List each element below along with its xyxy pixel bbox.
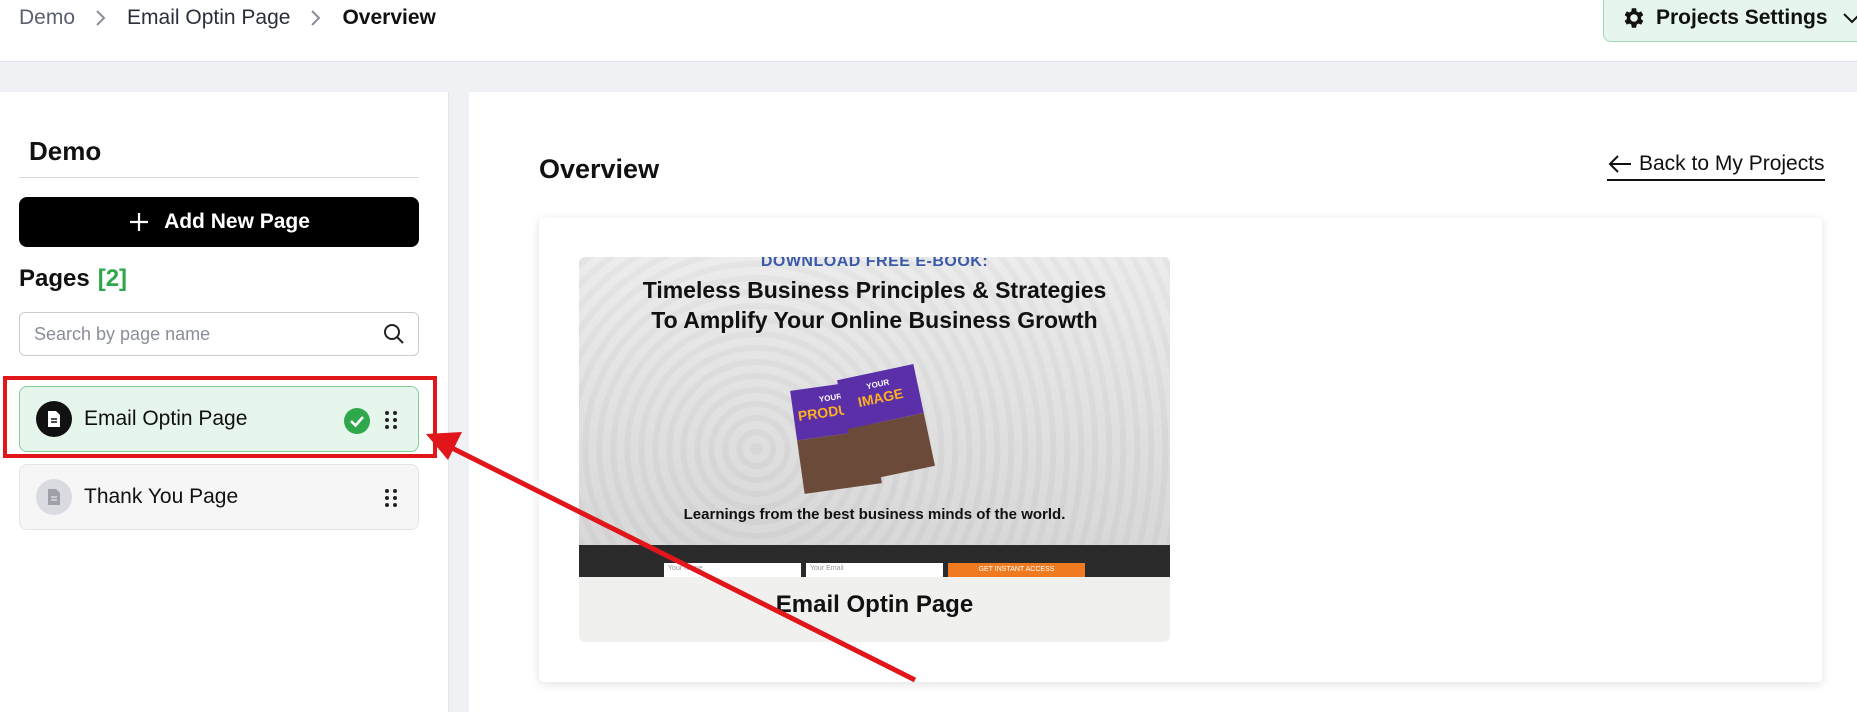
page-item-label: Email Optin Page — [84, 407, 248, 430]
pages-label: Pages — [19, 265, 90, 292]
breadcrumb-email-optin-page[interactable]: Email Optin Page — [127, 6, 290, 30]
chevron-right-icon — [304, 6, 328, 30]
projects-settings-label: Projects Settings — [1656, 6, 1828, 29]
add-new-page-label: Add New Page — [164, 210, 310, 233]
thumbnail-email-field: Your Email — [806, 563, 943, 577]
document-icon — [36, 401, 72, 437]
search-icon[interactable] — [382, 322, 406, 346]
page-title: Overview — [539, 154, 660, 184]
breadcrumb-overview: Overview — [342, 6, 436, 29]
divider — [19, 177, 419, 178]
page-thumbnail: DOWNLOAD FREE E-BOOK: Timeless Business … — [579, 257, 1170, 577]
main-content: Overview Back to My Projects DOWNLOAD FR… — [469, 92, 1857, 712]
page-card-label: Email Optin Page — [775, 591, 974, 618]
thumbnail-headline: Timeless Business Principles & Strategie… — [642, 277, 1107, 333]
thumbnail-name-field: Your Name — [664, 563, 801, 577]
pages-heading: Pages [2] — [19, 265, 127, 293]
breadcrumb: Demo Email Optin Page Overview — [19, 6, 436, 30]
top-bar: Demo Email Optin Page Overview Projects … — [0, 0, 1857, 62]
drag-handle-icon[interactable] — [381, 486, 401, 510]
check-circle-icon — [343, 407, 371, 435]
page-item-thank-you-page[interactable]: Thank You Page — [19, 464, 419, 530]
arrow-left-icon — [1607, 153, 1633, 175]
breadcrumb-demo[interactable]: Demo — [19, 6, 75, 30]
thumbnail-cta-button: GET INSTANT ACCESS — [948, 563, 1085, 577]
chevron-down-icon — [1840, 6, 1857, 30]
document-icon — [36, 479, 72, 515]
pages-panel: DOWNLOAD FREE E-BOOK: Timeless Business … — [539, 218, 1822, 682]
chevron-right-icon — [89, 6, 113, 30]
sidebar: Demo Add New Page Pages [2] Email Optin P… — [0, 92, 449, 712]
plus-icon — [128, 211, 150, 233]
projects-settings-button[interactable]: Projects Settings — [1603, 0, 1857, 42]
search-input[interactable] — [34, 313, 364, 355]
drag-handle-icon[interactable] — [381, 408, 401, 432]
pages-count: [2] — [97, 265, 128, 292]
page-search — [19, 312, 419, 356]
thumbnail-tagline: Learnings from the best business minds o… — [683, 506, 1066, 523]
back-to-projects-label: Back to My Projects — [1639, 152, 1825, 175]
page-item-email-optin-page[interactable]: Email Optin Page — [19, 386, 419, 452]
gear-icon — [1620, 5, 1646, 31]
project-title: Demo — [29, 136, 102, 166]
page-item-label: Thank You Page — [84, 485, 239, 508]
add-new-page-button[interactable]: Add New Page — [19, 197, 419, 247]
back-to-projects-link[interactable]: Back to My Projects — [1607, 152, 1825, 181]
thumbnail-kicker: DOWNLOAD FREE E-BOOK: — [760, 257, 989, 270]
page-card-email-optin-page[interactable]: DOWNLOAD FREE E-BOOK: Timeless Business … — [579, 257, 1170, 642]
